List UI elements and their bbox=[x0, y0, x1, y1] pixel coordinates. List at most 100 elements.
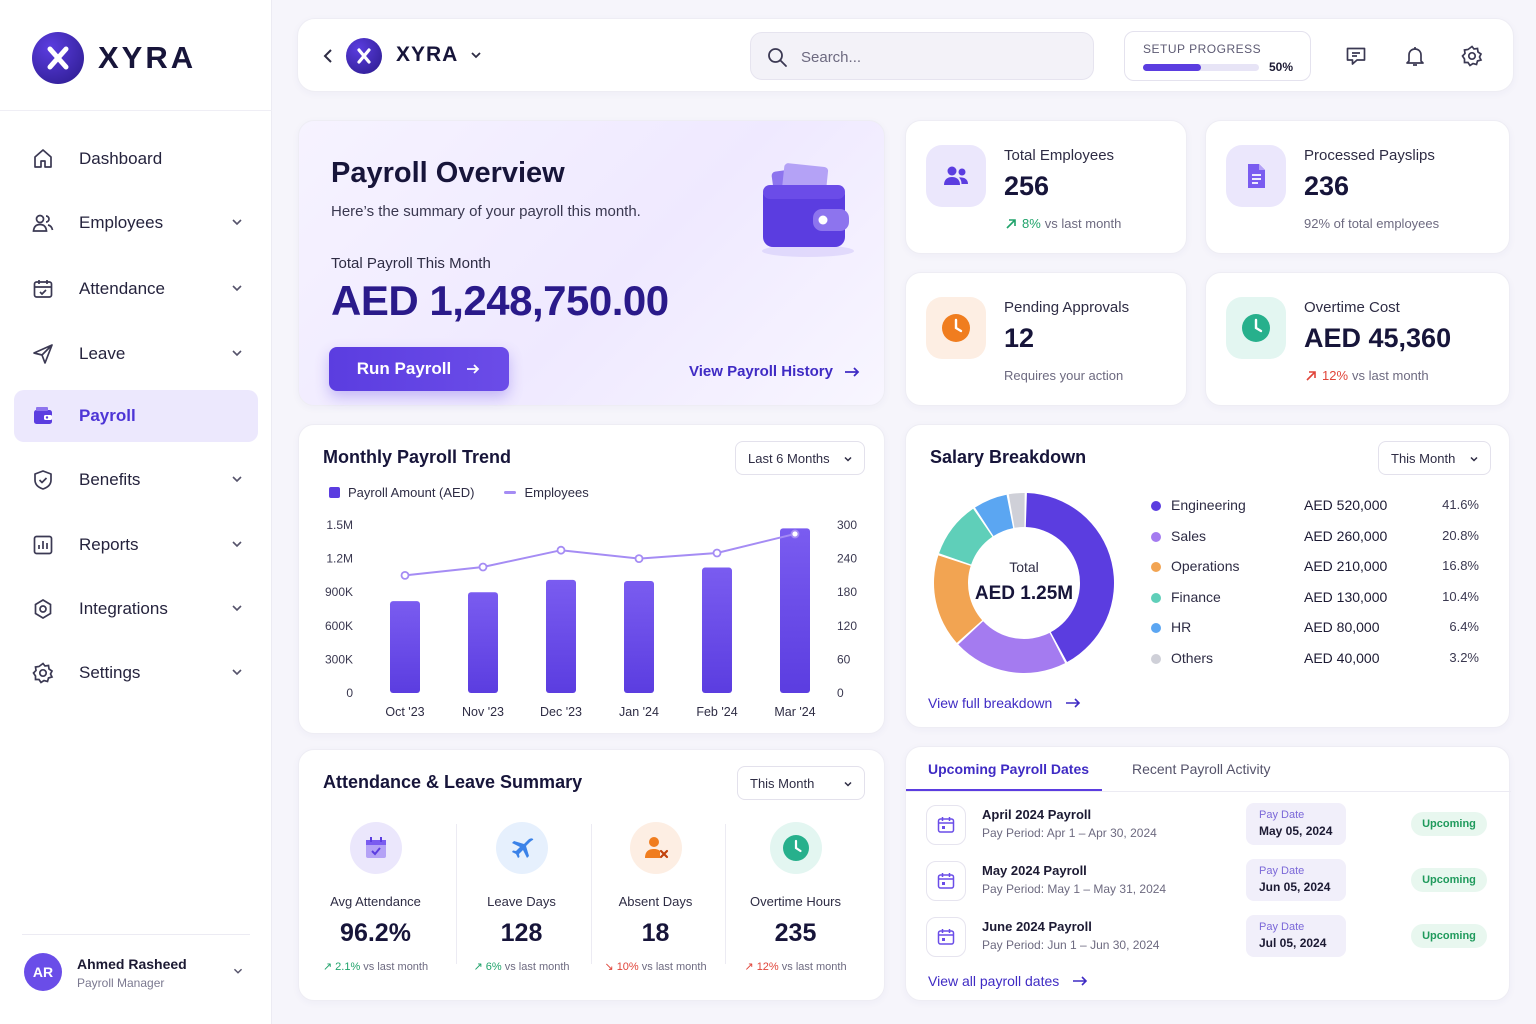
payroll-overview-subtitle: Here’s the summary of your payroll this … bbox=[331, 203, 641, 220]
user-profile[interactable]: AR Ahmed Rasheed Payroll Manager bbox=[22, 934, 250, 1004]
bar-5[interactable] bbox=[780, 528, 810, 693]
sidebar-item-benefits[interactable]: Benefits bbox=[14, 454, 258, 506]
bar-2[interactable] bbox=[546, 579, 576, 693]
employees-point[interactable] bbox=[712, 548, 722, 558]
tab-divider bbox=[906, 791, 1511, 792]
bar-1[interactable] bbox=[468, 592, 498, 693]
department-amount: AED 130,000 bbox=[1304, 588, 1388, 605]
x-tick-label: Oct '23 bbox=[385, 705, 424, 719]
trend-up-icon: ↗ bbox=[473, 961, 483, 973]
leave-days-metric: Leave Days 128 ↗ 6% vs last month bbox=[454, 822, 589, 973]
monthly-payroll-trend-card: Monthly Payroll Trend Last 6 Months Payr… bbox=[298, 424, 885, 734]
attendance-range-dropdown[interactable]: This Month bbox=[737, 766, 865, 800]
tab-recent-payroll-activity[interactable]: Recent Payroll Activity bbox=[1132, 761, 1271, 777]
user-name: Ahmed Rasheed bbox=[77, 956, 187, 972]
clock-icon bbox=[926, 297, 986, 359]
pay-date-box: Pay Date Jun 05, 2024 bbox=[1246, 859, 1346, 901]
x-tick-label: Feb '24 bbox=[696, 705, 737, 719]
bell-icon[interactable] bbox=[1403, 44, 1427, 68]
department-name: Operations bbox=[1171, 558, 1240, 575]
logo[interactable]: XYRA bbox=[32, 32, 196, 84]
legend-swatch bbox=[1151, 562, 1161, 573]
pay-date-value: Jun 05, 2024 bbox=[1259, 880, 1331, 894]
stat-label: Processed Payslips bbox=[1304, 147, 1435, 164]
sidebar-item-integrations[interactable]: Integrations bbox=[14, 583, 258, 635]
salary-legend-row: Others AED 40,000 3.2% bbox=[1151, 650, 1481, 670]
metric-value: 128 bbox=[500, 919, 543, 947]
document-icon bbox=[1226, 145, 1286, 207]
y-left-tick-label: 1.5M bbox=[326, 518, 353, 532]
payroll-date-row[interactable]: May 2024 Payroll Pay Period: May 1 – May… bbox=[926, 859, 1491, 905]
gear-icon[interactable] bbox=[1460, 44, 1484, 68]
sidebar-item-settings[interactable]: Settings bbox=[14, 647, 258, 699]
stat-change-suffix: vs last month bbox=[1352, 368, 1429, 383]
y-right-tick-label: 120 bbox=[837, 619, 857, 633]
sidebar-item-payroll[interactable]: Payroll bbox=[14, 390, 258, 442]
logo-mark-icon[interactable] bbox=[346, 38, 382, 74]
view-payroll-history-link[interactable]: View Payroll History bbox=[689, 363, 861, 380]
department-percent: 6.4% bbox=[1449, 619, 1479, 635]
clock-icon bbox=[1226, 297, 1286, 359]
stat-value: AED 45,360 bbox=[1304, 323, 1452, 353]
stat-note: Requires your action bbox=[1004, 368, 1124, 383]
absent-days-metric: Absent Days 18 ↘ 10% vs last month bbox=[588, 822, 723, 973]
divider bbox=[725, 824, 726, 964]
stat-change-suffix: vs last month bbox=[1044, 216, 1122, 231]
status-badge: Upcoming bbox=[1411, 924, 1487, 948]
department-percent: 41.6% bbox=[1442, 497, 1479, 512]
sidebar-item-reports[interactable]: Reports bbox=[14, 519, 258, 571]
view-full-breakdown-link[interactable]: View full breakdown bbox=[928, 695, 1082, 711]
sidebar-item-dashboard[interactable]: Dashboard bbox=[14, 133, 258, 185]
sidebar: XYRA Dashboard Employees Attendance Leav… bbox=[0, 0, 272, 1024]
chevron-down-icon[interactable] bbox=[468, 47, 484, 63]
employees-point[interactable] bbox=[400, 570, 410, 580]
salary-range-dropdown[interactable]: This Month bbox=[1378, 441, 1491, 475]
view-full-breakdown-label: View full breakdown bbox=[928, 695, 1053, 711]
bar-0[interactable] bbox=[390, 601, 420, 693]
trend-up-icon bbox=[1306, 370, 1316, 381]
search-input[interactable] bbox=[801, 45, 1071, 69]
employees-point[interactable] bbox=[790, 529, 800, 539]
payroll-date-row[interactable]: June 2024 Payroll Pay Period: Jun 1 – Ju… bbox=[926, 915, 1491, 961]
metric-change-suffix: vs last month bbox=[504, 961, 570, 973]
employees-point[interactable] bbox=[556, 545, 566, 555]
employees-point[interactable] bbox=[478, 562, 488, 572]
calendar-icon bbox=[926, 805, 966, 845]
stat-label: Total Employees bbox=[1004, 147, 1115, 164]
sidebar-item-employees[interactable]: Employees bbox=[14, 197, 258, 249]
chevron-down-icon bbox=[232, 476, 242, 483]
arrow-right-icon bbox=[1066, 698, 1081, 708]
setup-progress-percent: 50% bbox=[1269, 60, 1294, 74]
message-icon[interactable] bbox=[1344, 44, 1368, 68]
sidebar-item-attendance[interactable]: Attendance bbox=[14, 263, 258, 315]
back-icon[interactable] bbox=[320, 47, 338, 65]
employees-point[interactable] bbox=[634, 554, 644, 564]
workspace-name[interactable]: XYRA bbox=[396, 43, 458, 67]
department-percent: 10.4% bbox=[1442, 588, 1479, 604]
chevron-down-icon bbox=[232, 285, 242, 292]
trend-down-icon: ↘ bbox=[604, 961, 614, 973]
dropdown-value: This Month bbox=[750, 775, 815, 791]
bar-3[interactable] bbox=[624, 581, 654, 693]
legend-swatch bbox=[1151, 623, 1161, 634]
pending-approvals-card: Pending Approvals 12 Requires your actio… bbox=[905, 272, 1187, 406]
tab-upcoming-payroll-dates[interactable]: Upcoming Payroll Dates bbox=[928, 761, 1089, 777]
run-payroll-button[interactable]: Run Payroll bbox=[329, 347, 509, 391]
pay-date-box: Pay Date May 05, 2024 bbox=[1246, 803, 1346, 845]
home-icon bbox=[34, 149, 52, 168]
pay-date-box: Pay Date Jul 05, 2024 bbox=[1246, 915, 1346, 957]
donut-slice-engineering[interactable] bbox=[1025, 493, 1114, 663]
donut-slice-sales[interactable] bbox=[958, 621, 1066, 673]
payroll-date-row[interactable]: April 2024 Payroll Pay Period: Apr 1 – A… bbox=[926, 803, 1491, 849]
overtime-hours-metric: Overtime Hours 235 ↗ 12% vs last month bbox=[728, 822, 863, 973]
setup-progress[interactable]: SETUP PROGRESS 50% bbox=[1124, 31, 1311, 81]
calendar-check-icon bbox=[349, 822, 402, 874]
bar-4[interactable] bbox=[702, 567, 732, 693]
search-bar[interactable] bbox=[750, 32, 1094, 80]
view-all-payroll-dates-link[interactable]: View all payroll dates bbox=[928, 973, 1089, 989]
sidebar-item-leave[interactable]: Leave bbox=[14, 328, 258, 380]
metric-change-value: 12% bbox=[756, 961, 779, 973]
x-tick-label: Nov '23 bbox=[462, 705, 504, 719]
stat-change: 12% vs last month bbox=[1304, 368, 1429, 383]
x-tick-label: Jan '24 bbox=[619, 705, 659, 719]
